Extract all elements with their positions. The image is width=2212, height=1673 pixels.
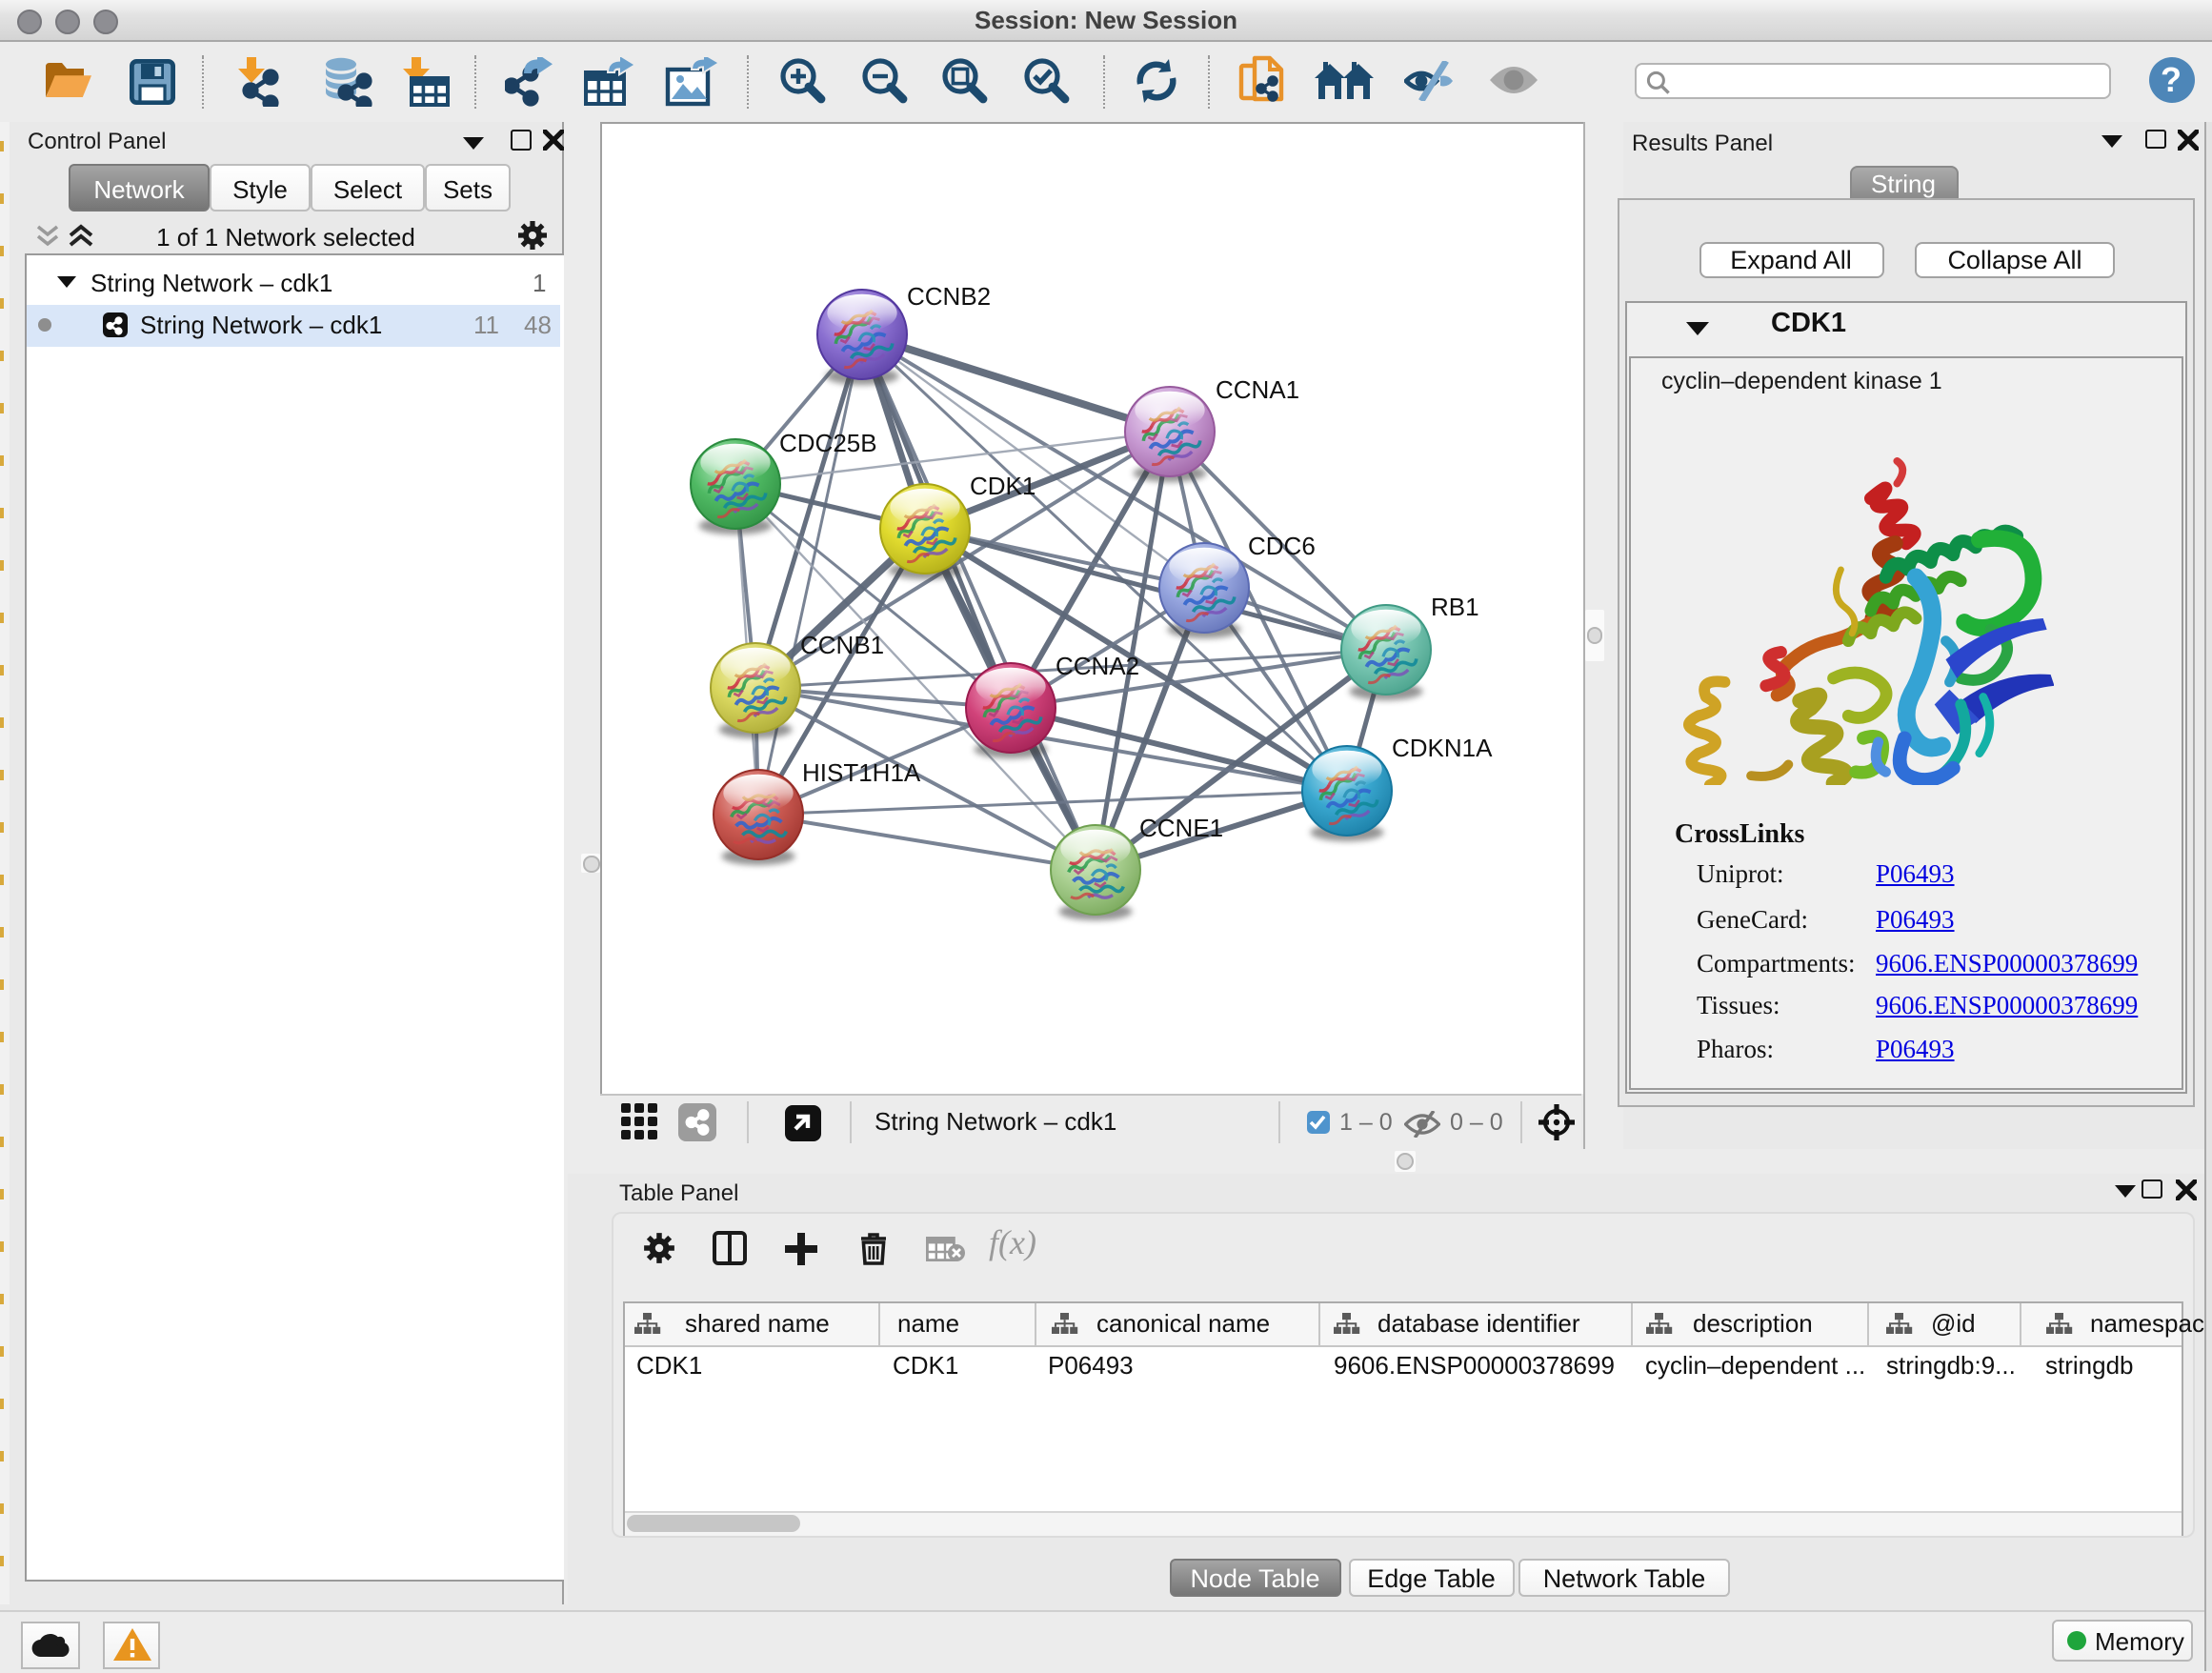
svg-text:CCNB1: CCNB1	[800, 631, 884, 659]
svg-text:HIST1H1A: HIST1H1A	[802, 758, 921, 787]
svg-text:RB1: RB1	[1431, 593, 1479, 621]
svg-text:CCNE1: CCNE1	[1139, 814, 1223, 842]
svg-text:CCNA2: CCNA2	[1056, 652, 1139, 680]
svg-text:CCNA1: CCNA1	[1216, 375, 1299, 404]
svg-text:CCNB2: CCNB2	[907, 282, 991, 311]
svg-text:CDKN1A: CDKN1A	[1392, 734, 1493, 762]
svg-text:CDK1: CDK1	[970, 472, 1036, 500]
svg-text:CDC6: CDC6	[1248, 532, 1316, 560]
svg-text:CDC25B: CDC25B	[779, 429, 877, 457]
